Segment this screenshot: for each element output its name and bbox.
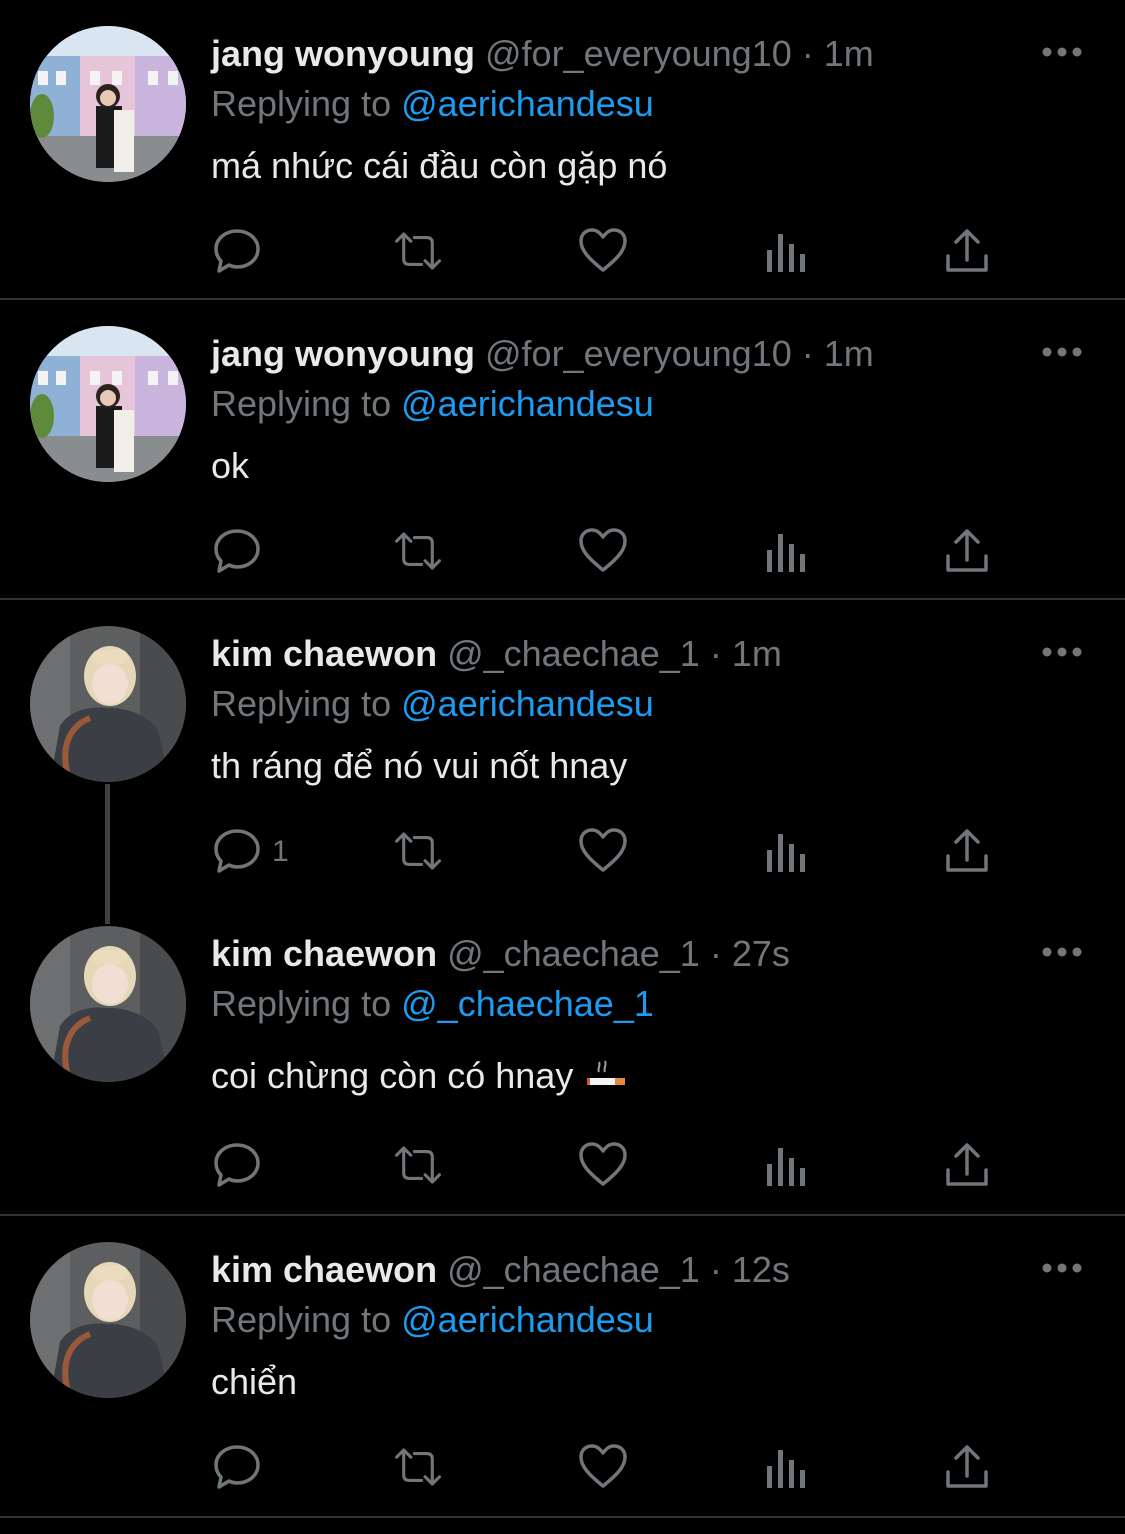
- retweet-icon[interactable]: [393, 526, 443, 576]
- display-name[interactable]: kim chaewon: [211, 633, 437, 674]
- separator-dot: ·: [801, 33, 814, 74]
- reply-icon[interactable]: [212, 226, 262, 276]
- more-icon[interactable]: [1040, 942, 1084, 962]
- tweet-text-line: coi chừng còn có hnay: [211, 1054, 627, 1098]
- share-icon[interactable]: [942, 226, 992, 276]
- views-icon[interactable]: [762, 526, 812, 576]
- retweet-icon[interactable]: [393, 826, 443, 876]
- replying-to-label: Replying to: [211, 683, 392, 724]
- user-handle[interactable]: @for_everyoung10: [485, 333, 792, 374]
- share-icon[interactable]: [942, 826, 992, 876]
- mention-link[interactable]: @aerichandesu: [401, 383, 654, 424]
- user-handle[interactable]: @_chaechae_1: [447, 933, 700, 974]
- like-icon[interactable]: [578, 226, 628, 276]
- timestamp[interactable]: 1m: [824, 333, 874, 374]
- replying-to-line: Replying to @aerichandesu: [211, 382, 654, 426]
- like-icon[interactable]: [578, 826, 628, 876]
- views-icon[interactable]: [762, 1442, 812, 1492]
- timestamp[interactable]: 12s: [732, 1249, 790, 1290]
- tweet-text: coi chừng còn có hnay: [211, 1055, 574, 1096]
- retweet-icon[interactable]: [393, 226, 443, 276]
- replying-to-line: Replying to @_chaechae_1: [211, 982, 654, 1026]
- timestamp[interactable]: 27s: [732, 933, 790, 974]
- replying-to-label: Replying to: [211, 1299, 392, 1340]
- divider: [0, 1516, 1125, 1518]
- replying-to-label: Replying to: [211, 983, 392, 1024]
- reply-icon[interactable]: [212, 826, 262, 876]
- views-icon[interactable]: [762, 1140, 812, 1190]
- like-icon[interactable]: [578, 1442, 628, 1492]
- separator-dot: ·: [801, 333, 814, 374]
- tweet-header: jang wonyoung @for_everyoung10 · 1m: [211, 32, 874, 76]
- separator-dot: ·: [709, 633, 722, 674]
- reply-icon[interactable]: [212, 1140, 262, 1190]
- tweet-text: ok: [211, 445, 250, 486]
- user-handle[interactable]: @_chaechae_1: [447, 1249, 700, 1290]
- retweet-icon[interactable]: [393, 1442, 443, 1492]
- user-handle[interactable]: @for_everyoung10: [485, 33, 792, 74]
- views-icon[interactable]: [762, 226, 812, 276]
- replying-to-label: Replying to: [211, 383, 392, 424]
- more-icon[interactable]: [1040, 342, 1084, 362]
- views-icon[interactable]: [762, 826, 812, 876]
- cigarette-emoji: [587, 1060, 626, 1085]
- mention-link[interactable]: @aerichandesu: [401, 83, 654, 124]
- reply-icon[interactable]: [212, 1442, 262, 1492]
- replying-to-line: Replying to @aerichandesu: [211, 1298, 654, 1342]
- user-handle[interactable]: @_chaechae_1: [447, 633, 700, 674]
- replying-to-label: Replying to: [211, 83, 392, 124]
- reply-count: 1: [272, 835, 289, 868]
- mention-link[interactable]: @_chaechae_1: [401, 983, 654, 1024]
- share-icon[interactable]: [942, 1442, 992, 1492]
- avatar[interactable]: [30, 1242, 186, 1398]
- display-name[interactable]: kim chaewon: [211, 1249, 437, 1290]
- replying-to-line: Replying to @aerichandesu: [211, 682, 654, 726]
- avatar[interactable]: [30, 626, 186, 782]
- avatar[interactable]: [30, 26, 186, 182]
- tweet-header: kim chaewon @_chaechae_1 · 12s: [211, 1248, 790, 1292]
- like-icon[interactable]: [578, 1140, 628, 1190]
- timestamp[interactable]: 1m: [732, 633, 782, 674]
- avatar[interactable]: [30, 326, 186, 482]
- tweet-header: kim chaewon @_chaechae_1 · 27s: [211, 932, 790, 976]
- tweet-header: jang wonyoung @for_everyoung10 · 1m: [211, 332, 874, 376]
- display-name[interactable]: jang wonyoung: [211, 33, 475, 74]
- separator-dot: ·: [709, 933, 722, 974]
- tweet[interactable]: kim chaewon @_chaechae_1 · 27s Replying …: [0, 900, 1125, 1214]
- replying-to-line: Replying to @aerichandesu: [211, 82, 654, 126]
- reply-icon[interactable]: [212, 526, 262, 576]
- tweet[interactable]: jang wonyoung @for_everyoung10 · 1m Repl…: [0, 0, 1125, 300]
- separator-dot: ·: [709, 1249, 722, 1290]
- tweet-text: má nhức cái đầu còn gặp nó: [211, 145, 668, 186]
- tweet[interactable]: kim chaewon @_chaechae_1 · 12s Replying …: [0, 1216, 1125, 1516]
- tweet[interactable]: kim chaewon @_chaechae_1 · 1m Replying t…: [0, 600, 1125, 900]
- timestamp[interactable]: 1m: [824, 33, 874, 74]
- tweet-text: chiển: [211, 1361, 298, 1402]
- more-icon[interactable]: [1040, 642, 1084, 662]
- more-icon[interactable]: [1040, 42, 1084, 62]
- display-name[interactable]: jang wonyoung: [211, 333, 475, 374]
- like-icon[interactable]: [578, 526, 628, 576]
- display-name[interactable]: kim chaewon: [211, 933, 437, 974]
- tweet-header: kim chaewon @_chaechae_1 · 1m: [211, 632, 782, 676]
- mention-link[interactable]: @aerichandesu: [401, 683, 654, 724]
- share-icon[interactable]: [942, 526, 992, 576]
- share-icon[interactable]: [942, 1140, 992, 1190]
- more-icon[interactable]: [1040, 1258, 1084, 1278]
- retweet-icon[interactable]: [393, 1140, 443, 1190]
- tweet-text: th ráng để nó vui nốt hnay: [211, 745, 628, 786]
- mention-link[interactable]: @aerichandesu: [401, 1299, 654, 1340]
- avatar[interactable]: [30, 926, 186, 1082]
- tweet[interactable]: jang wonyoung @for_everyoung10 · 1m Repl…: [0, 300, 1125, 600]
